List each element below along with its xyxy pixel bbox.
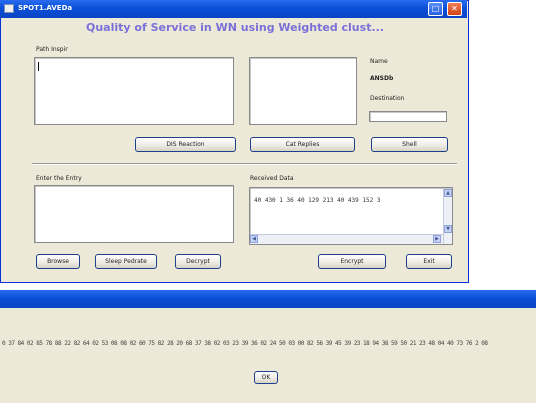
received-data-label: Received Data: [250, 175, 294, 182]
enter-entry-label: Enter the Entry: [36, 175, 82, 182]
destination-input[interactable]: [369, 111, 447, 122]
scroll-up-icon[interactable]: ▲: [444, 189, 452, 197]
maximize-button[interactable]: □: [428, 2, 443, 16]
name-value: ANSDb: [370, 75, 394, 82]
cat-replies-button[interactable]: Cat Replies: [250, 137, 355, 152]
destination-label: Destination: [370, 95, 405, 102]
dialog-title-bar[interactable]: [0, 290, 536, 308]
nodes-textarea[interactable]: [249, 57, 357, 125]
scroll-left-icon[interactable]: ◀: [250, 235, 258, 243]
decrypt-button[interactable]: Decrypt: [175, 254, 221, 269]
vertical-scrollbar[interactable]: ▲ ▼: [443, 189, 452, 244]
browse-button[interactable]: Browse: [36, 254, 80, 269]
window-title: SPOT1.AVEDa: [18, 4, 73, 12]
scroll-down-icon[interactable]: ▼: [444, 225, 452, 233]
path-textarea[interactable]: [34, 57, 234, 125]
dialog-message: 0 37 84 02 85 78 88 22 82 64 02 53 08 08…: [2, 340, 488, 347]
text-cursor: [38, 62, 39, 71]
horizontal-scrollbar[interactable]: ◀ ▶: [250, 234, 443, 244]
dis-reaction-button[interactable]: DIS Reaction: [135, 137, 236, 152]
path-label: Path Inspir: [36, 46, 68, 53]
section-divider: [32, 163, 457, 165]
name-label: Name: [370, 58, 388, 65]
encrypt-button[interactable]: Encrypt: [318, 254, 386, 269]
app-icon: [4, 4, 14, 13]
exit-button[interactable]: Exit: [406, 254, 452, 269]
scroll-right-icon[interactable]: ▶: [433, 235, 441, 243]
ok-button[interactable]: OK: [254, 371, 278, 384]
page-title: Quality of Service in WN using Weighted …: [86, 21, 384, 34]
close-button[interactable]: ✕: [447, 2, 462, 16]
received-data-text: 40 430 1 36 40 129 213 40 439 152 3: [254, 197, 381, 204]
sleep-pedrate-button[interactable]: Sleep Pedrate: [95, 254, 157, 269]
entry-textarea[interactable]: [34, 185, 234, 243]
shell-button[interactable]: Shell: [371, 137, 448, 152]
